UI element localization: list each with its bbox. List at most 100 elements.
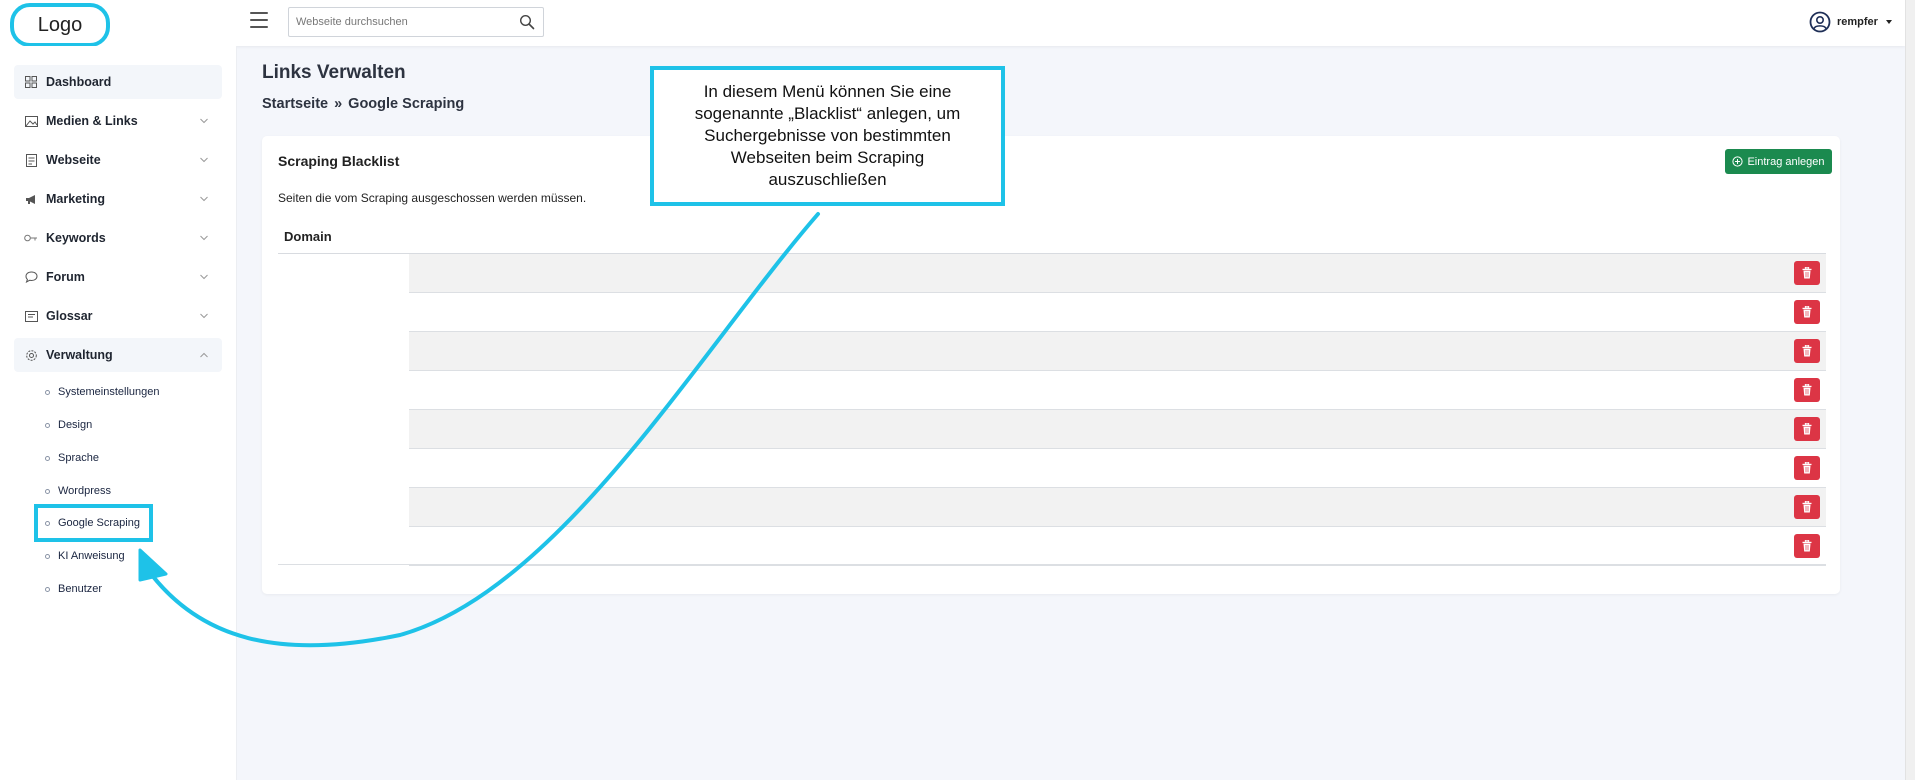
username: rempfer — [1837, 16, 1878, 28]
sidebar: Dashboard Medien & Links Webseite Market… — [0, 46, 237, 780]
add-entry-button[interactable]: Eintrag anlegen — [1725, 149, 1832, 174]
top-bar: Logo rempfer — [0, 0, 1905, 47]
table-row — [409, 254, 1826, 293]
add-entry-label: Eintrag anlegen — [1747, 155, 1825, 168]
page-title: Links Verwalten — [262, 62, 406, 83]
sidebar-subitem-wordpress[interactable]: Wordpress — [45, 480, 111, 502]
table-row — [409, 293, 1826, 332]
image-icon — [24, 114, 38, 128]
gear-icon — [24, 348, 38, 362]
chevron-down-icon — [200, 235, 208, 241]
search-input[interactable] — [289, 8, 509, 36]
bullet-icon — [45, 389, 50, 395]
trash-icon — [1802, 501, 1812, 513]
sidebar-subitem-label: Benutzer — [58, 583, 103, 595]
chevron-down-icon — [200, 313, 208, 319]
delete-button[interactable] — [1794, 534, 1820, 558]
breadcrumb: Startseite » Google Scraping — [262, 96, 464, 112]
sidebar-item-label: Glossar — [46, 309, 93, 323]
sidebar-item-label: Verwaltung — [46, 348, 113, 362]
book-icon — [24, 309, 38, 323]
breadcrumb-home[interactable]: Startseite — [262, 96, 328, 112]
trash-icon — [1802, 384, 1812, 396]
sidebar-item-label: Marketing — [46, 192, 106, 206]
blacklist-card: Scraping Blacklist Eintrag anlegen Seite… — [262, 136, 1840, 594]
delete-button[interactable] — [1794, 417, 1820, 441]
callout-text: In diesem Menü können Sie eine sogenannt… — [694, 82, 961, 189]
chevron-down-icon — [200, 274, 208, 280]
column-header-domain: Domain — [284, 229, 332, 244]
search-icon[interactable] — [519, 14, 535, 30]
sidebar-subitem-ki-anweisung[interactable]: KI Anweisung — [45, 545, 125, 567]
breadcrumb-current: Google Scraping — [348, 96, 465, 112]
table-row — [409, 410, 1826, 449]
logo[interactable]: Logo — [10, 3, 110, 47]
key-icon — [24, 231, 38, 245]
chevron-up-icon — [200, 352, 208, 358]
delete-button[interactable] — [1794, 378, 1820, 402]
sidebar-item-webseite[interactable]: Webseite — [14, 143, 222, 177]
bullet-icon — [45, 488, 50, 494]
table-row — [409, 371, 1826, 410]
bullet-icon — [45, 422, 50, 428]
sidebar-item-dashboard[interactable]: Dashboard — [14, 65, 222, 99]
trash-icon — [1802, 540, 1812, 552]
table-row — [409, 449, 1826, 488]
trash-icon — [1802, 267, 1812, 279]
breadcrumb-separator: » — [334, 96, 343, 112]
card-description: Seiten die vom Scraping ausgeschossen we… — [278, 191, 587, 205]
sidebar-item-label: Medien & Links — [46, 114, 138, 128]
sidebar-item-glossar[interactable]: Glossar — [14, 299, 222, 333]
table-row — [409, 527, 1826, 566]
delete-button[interactable] — [1794, 495, 1820, 519]
search-box — [288, 7, 544, 37]
sidebar-subitem-label: KI Anweisung — [58, 550, 125, 562]
bullet-icon — [45, 553, 50, 559]
menu-toggle-icon[interactable] — [250, 12, 268, 28]
delete-button[interactable] — [1794, 300, 1820, 324]
bullet-icon — [45, 586, 50, 592]
trash-icon — [1802, 423, 1812, 435]
card-title: Scraping Blacklist — [278, 153, 400, 169]
chevron-down-icon — [200, 118, 208, 124]
chat-icon — [24, 270, 38, 284]
sidebar-item-label: Forum — [46, 270, 85, 284]
user-menu[interactable]: rempfer — [1809, 11, 1892, 33]
sidebar-subitem-label: Wordpress — [58, 485, 111, 497]
document-icon — [24, 153, 38, 167]
trash-icon — [1802, 306, 1812, 318]
plus-circle-icon — [1732, 156, 1744, 167]
caret-down-icon — [1885, 20, 1892, 24]
sidebar-subitem-design[interactable]: Design — [45, 414, 92, 436]
sidebar-item-medien-links[interactable]: Medien & Links — [14, 104, 222, 138]
highlight-box — [34, 504, 153, 542]
sidebar-item-keywords[interactable]: Keywords — [14, 221, 222, 255]
table-row — [409, 332, 1826, 371]
scrollbar[interactable] — [1905, 0, 1915, 780]
sidebar-subitem-systemeinstellungen[interactable]: Systemeinstellungen — [45, 381, 160, 403]
table-row — [409, 488, 1826, 527]
sidebar-subitem-label: Sprache — [58, 452, 99, 464]
sidebar-subitem-label: Systemeinstellungen — [58, 386, 160, 398]
callout-box: In diesem Menü können Sie eine sogenannt… — [650, 66, 1005, 206]
sidebar-subitem-benutzer[interactable]: Benutzer — [45, 578, 102, 600]
trash-icon — [1802, 462, 1812, 474]
sidebar-item-verwaltung[interactable]: Verwaltung — [14, 338, 222, 372]
grid-icon — [24, 75, 38, 89]
megaphone-icon — [24, 192, 38, 206]
bullet-icon — [45, 455, 50, 461]
sidebar-item-label: Keywords — [46, 231, 106, 245]
delete-button[interactable] — [1794, 339, 1820, 363]
sidebar-subitem-label: Design — [58, 419, 93, 431]
sidebar-item-marketing[interactable]: Marketing — [14, 182, 222, 216]
chevron-down-icon — [200, 196, 208, 202]
delete-button[interactable] — [1794, 261, 1820, 285]
sidebar-item-label: Webseite — [46, 153, 101, 167]
user-icon — [1809, 11, 1831, 33]
sidebar-item-forum[interactable]: Forum — [14, 260, 222, 294]
sidebar-subitem-sprache[interactable]: Sprache — [45, 447, 99, 469]
chevron-down-icon — [200, 157, 208, 163]
delete-button[interactable] — [1794, 456, 1820, 480]
logo-text: Logo — [37, 13, 83, 36]
trash-icon — [1802, 345, 1812, 357]
